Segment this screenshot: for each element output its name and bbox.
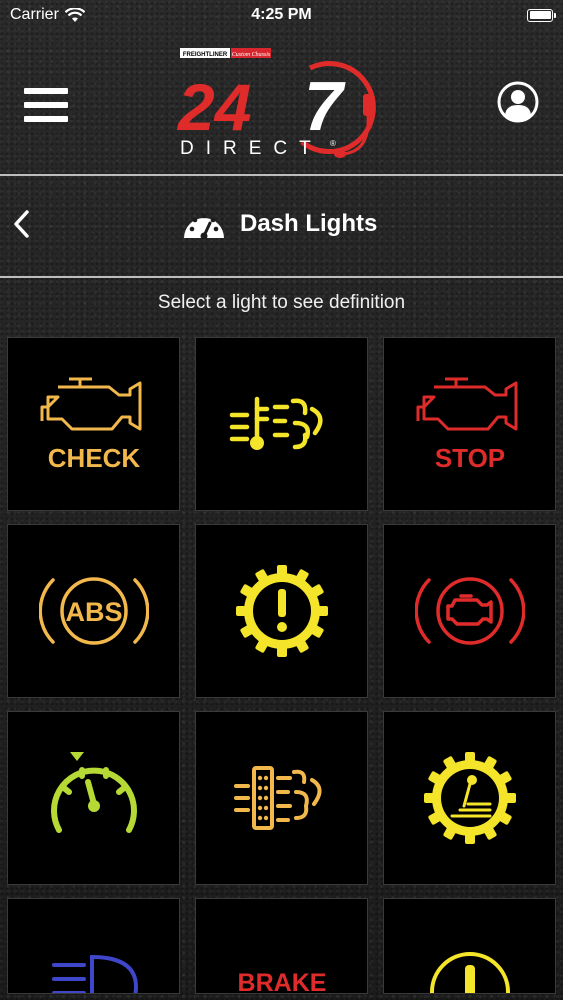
page-title: Dash Lights <box>240 210 378 237</box>
svg-text:DIRECT: DIRECT <box>180 138 323 159</box>
brake-text-icon: BRAKE <box>237 969 326 994</box>
transmission-gear-icon <box>423 752 516 844</box>
account-button[interactable] <box>496 80 540 124</box>
dash-light-tile[interactable] <box>7 898 180 994</box>
dash-light-tile[interactable] <box>195 337 368 511</box>
abs-icon: ABS <box>38 577 149 645</box>
dash-light-tile[interactable] <box>195 524 368 698</box>
dash-light-tile[interactable] <box>7 711 180 885</box>
engine-brake-icon <box>414 577 525 645</box>
divider <box>0 276 563 278</box>
instruction-text: Select a light to see definition <box>157 292 406 313</box>
user-icon <box>497 81 539 123</box>
dash-light-tile[interactable]: BRAKE <box>195 898 368 994</box>
headlight-icon <box>51 954 138 993</box>
svg-text:24: 24 <box>176 70 251 144</box>
nav-bar: Dash Lights <box>0 176 563 276</box>
svg-text:Custom Chassis: Custom Chassis <box>232 52 271 58</box>
circle-warning-icon <box>429 952 510 993</box>
brand-logo: FREIGHTLINER Custom Chassis 24 7 DIRECT … <box>176 48 376 159</box>
hamburger-icon <box>24 88 68 94</box>
app-header: FREIGHTLINER Custom Chassis 24 7 DIRECT … <box>0 30 563 174</box>
dash-light-tile[interactable] <box>195 711 368 885</box>
svg-text:7: 7 <box>304 67 346 145</box>
stop-engine-icon: STOP <box>416 377 517 473</box>
svg-text:BRAKE: BRAKE <box>237 969 326 994</box>
wifi-icon <box>64 7 85 22</box>
back-button[interactable] <box>8 206 38 242</box>
cruise-control-icon <box>50 752 137 833</box>
svg-text:®: ® <box>330 139 336 148</box>
svg-text:CHECK: CHECK <box>47 443 140 473</box>
dash-light-tile[interactable] <box>383 524 556 698</box>
battery-icon <box>527 8 556 22</box>
check-engine-icon: CHECK <box>40 377 141 473</box>
dash-lights-grid: CHECK STOP ABS BRAKE <box>7 337 556 994</box>
menu-button[interactable] <box>24 85 68 125</box>
svg-text:FREIGHTLINER: FREIGHTLINER <box>183 52 228 58</box>
status-time: 4:25 PM <box>251 6 312 23</box>
dash-light-tile[interactable]: CHECK <box>7 337 180 511</box>
svg-text:STOP: STOP <box>434 443 504 473</box>
chevron-left-icon <box>14 210 29 238</box>
coolant-exhaust-icon <box>229 396 322 450</box>
warning-gear-icon <box>235 565 328 657</box>
status-bar: Carrier 4:25 PM <box>0 0 563 30</box>
dash-light-tile[interactable] <box>383 898 556 994</box>
dash-light-tile[interactable]: STOP <box>383 337 556 511</box>
svg-text:ABS: ABS <box>65 597 122 627</box>
nav-title-group: Dash Lights <box>180 204 377 244</box>
carrier-label: Carrier <box>10 6 59 23</box>
speedometer-icon <box>184 213 224 240</box>
dash-light-tile[interactable]: ABS <box>7 524 180 698</box>
dpf-regen-icon <box>233 766 321 830</box>
dash-light-tile[interactable] <box>383 711 556 885</box>
